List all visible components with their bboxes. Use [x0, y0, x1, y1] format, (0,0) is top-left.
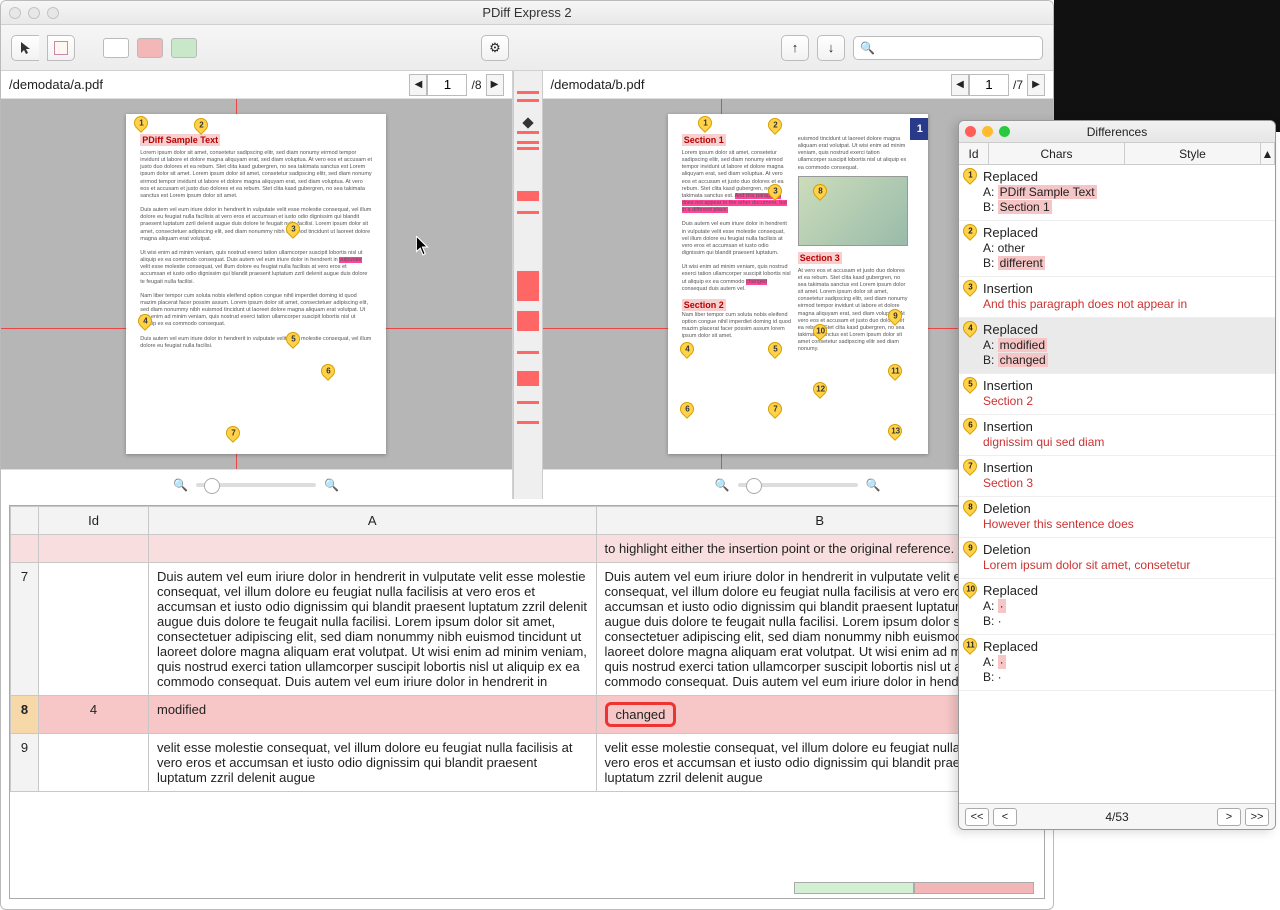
zoom-slider[interactable] [738, 483, 858, 487]
col-id[interactable]: Id [39, 507, 149, 535]
titlebar[interactable]: PDiff Express 2 [1, 1, 1053, 25]
diff-position: 4/53 [1021, 810, 1213, 824]
search-icon: 🔍 [860, 41, 875, 55]
zoom-out-icon[interactable]: 🔍 [173, 478, 188, 492]
color-swatch-2[interactable] [137, 38, 163, 58]
last-diff-button[interactable]: >> [1245, 808, 1269, 826]
marker-icon[interactable]: 7 [223, 423, 243, 443]
gear-icon: ⚙ [489, 40, 501, 56]
diff-item[interactable]: 10ReplacedA: ·B: · [959, 579, 1275, 635]
page-indicator: 1 [910, 118, 928, 140]
doc-a-title: PDiff Sample Text [140, 134, 220, 146]
diff-titlebar[interactable]: Differences [959, 121, 1275, 143]
prev-page-button[interactable]: ◀ [409, 74, 427, 96]
scroll-indicator: ▲ [1261, 143, 1275, 164]
zoom-out-icon[interactable]: 🔍 [715, 478, 730, 492]
doc-a-page: PDiff Sample Text Lorem ipsum dolor sit … [126, 114, 386, 454]
first-diff-button[interactable]: << [965, 808, 989, 826]
marker-icon: 9 [960, 538, 980, 558]
pointer-tool-button[interactable] [11, 35, 39, 61]
doc-a-page-nav: ◀ /8 ▶ [409, 74, 503, 96]
minimap[interactable] [513, 71, 543, 499]
desktop-background [1054, 0, 1280, 132]
arrow-up-icon: ↑ [792, 40, 799, 55]
doc-a-canvas[interactable]: PDiff Sample Text Lorem ipsum dolor sit … [1, 99, 512, 469]
color-swatch-3[interactable] [171, 38, 197, 58]
next-page-button[interactable]: ▶ [1027, 74, 1045, 96]
doc-b-path: /demodata/b.pdf [551, 77, 945, 92]
next-page-button[interactable]: ▶ [486, 74, 504, 96]
marker-icon: 7 [960, 456, 980, 476]
marker-icon[interactable]: 6 [318, 361, 338, 381]
marker-icon: 1 [960, 165, 980, 185]
marker-icon[interactable]: 2 [191, 115, 211, 135]
window-title: PDiff Express 2 [1, 5, 1053, 20]
zoom-in-icon[interactable]: 🔍 [866, 478, 881, 492]
diff-tabs: Id Chars Style ▲ [959, 143, 1275, 165]
search-input[interactable]: 🔍 [853, 36, 1043, 60]
tab-chars[interactable]: Chars [989, 143, 1125, 164]
marker-icon: 11 [960, 635, 980, 655]
diff-item[interactable]: 8DeletionHowever this sentence does [959, 497, 1275, 538]
doc-a-path: /demodata/a.pdf [9, 77, 403, 92]
arrow-down-icon: ↓ [828, 40, 835, 55]
page-total: /8 [467, 78, 485, 92]
diff-list[interactable]: 1ReplacedA: PDiff Sample TextB: Section … [959, 165, 1275, 803]
diff-item[interactable]: 2ReplacedA: otherB: different [959, 221, 1275, 277]
marker-icon: 10 [960, 579, 980, 599]
table-row[interactable]: 9velit esse molestie consequat, vel illu… [11, 734, 1044, 792]
marker-icon: 8 [960, 497, 980, 517]
diff-table: Id A B to highlight either the insertion… [9, 505, 1045, 899]
diff-title: Differences [959, 125, 1275, 139]
legend-swatches [794, 882, 1034, 894]
doc-b-page: Section 1 Lorem ipsum dolor sit amet, co… [668, 114, 928, 454]
table-row[interactable]: 84modifiedchanged [11, 696, 1044, 734]
differences-panel: Differences Id Chars Style ▲ 1ReplacedA:… [958, 120, 1276, 830]
doc-a-zoom: 🔍 🔍 [1, 469, 512, 499]
tab-id[interactable]: Id [959, 143, 989, 164]
marker-icon[interactable]: 1 [131, 114, 151, 133]
page-number-input[interactable] [969, 74, 1009, 96]
page-total: /7 [1009, 78, 1027, 92]
marker-icon: 5 [960, 374, 980, 394]
toolbar: ⚙ ↑ ↓ 🔍 [1, 25, 1053, 71]
diff-item[interactable]: 3InsertionAnd this paragraph does not ap… [959, 277, 1275, 318]
diff-nav-footer: << < 4/53 > >> [959, 803, 1275, 829]
diff-item[interactable]: 1ReplacedA: PDiff Sample TextB: Section … [959, 165, 1275, 221]
doc-b-header: /demodata/b.pdf ◀ /7 ▶ [543, 71, 1054, 99]
table-row[interactable]: 7Duis autem vel eum iriure dolor in hend… [11, 563, 1044, 696]
marker-icon: 4 [960, 318, 980, 338]
tab-style[interactable]: Style [1125, 143, 1261, 164]
marker-icon: 6 [960, 415, 980, 435]
diff-item[interactable]: 5InsertionSection 2 [959, 374, 1275, 415]
table-row[interactable]: to highlight either the insertion point … [11, 535, 1044, 563]
nav-down-button[interactable]: ↓ [817, 35, 845, 61]
diff-item[interactable]: 9DeletionLorem ipsum dolor sit amet, con… [959, 538, 1275, 579]
page-number-input[interactable] [427, 74, 467, 96]
marker-icon: 2 [960, 221, 980, 241]
marker-icon[interactable]: 1 [695, 114, 715, 133]
zoom-slider[interactable] [196, 483, 316, 487]
next-diff-button[interactable]: > [1217, 808, 1241, 826]
diff-item[interactable]: 11ReplacedA: ·B: · [959, 635, 1275, 691]
prev-diff-button[interactable]: < [993, 808, 1017, 826]
prev-page-button[interactable]: ◀ [951, 74, 969, 96]
doc-a-header: /demodata/a.pdf ◀ /8 ▶ [1, 71, 512, 99]
doc-a-pane: /demodata/a.pdf ◀ /8 ▶ PDiff Sample Text… [1, 71, 513, 499]
diff-item[interactable]: 4ReplacedA: modifiedB: changed [959, 318, 1275, 374]
main-window: PDiff Express 2 ⚙ ↑ ↓ 🔍 /demodata/a.pdf … [0, 0, 1054, 910]
color-swatch-1[interactable] [103, 38, 129, 58]
region-tool-button[interactable] [47, 35, 75, 61]
diff-item[interactable]: 6Insertiondignissim qui sed diam [959, 415, 1275, 456]
settings-button[interactable]: ⚙ [481, 35, 509, 61]
doc-b-page-nav: ◀ /7 ▶ [951, 74, 1045, 96]
marker-icon: 3 [960, 277, 980, 297]
col-a[interactable]: A [149, 507, 597, 535]
documents-area: /demodata/a.pdf ◀ /8 ▶ PDiff Sample Text… [1, 71, 1053, 499]
diff-item[interactable]: 7InsertionSection 3 [959, 456, 1275, 497]
zoom-in-icon[interactable]: 🔍 [324, 478, 339, 492]
nav-up-button[interactable]: ↑ [781, 35, 809, 61]
